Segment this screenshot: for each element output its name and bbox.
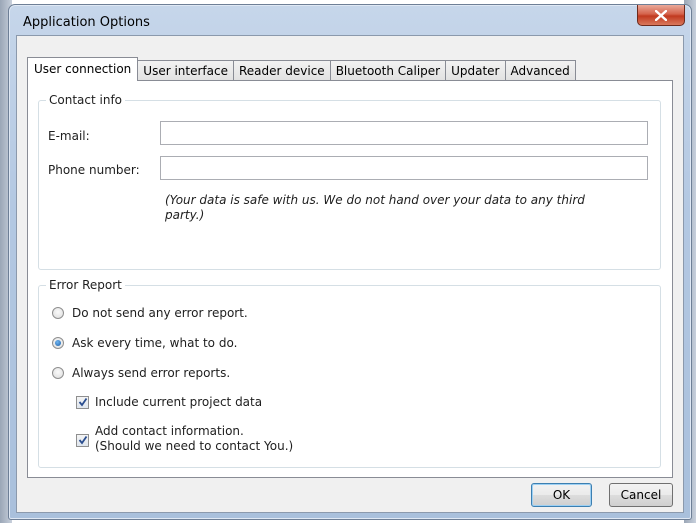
- radio-always-send-label: Always send error reports.: [72, 366, 231, 380]
- radio-button[interactable]: [52, 307, 64, 319]
- add-contact-info-line2: (Should we need to contact You.): [95, 439, 294, 453]
- phone-label: Phone number:: [48, 163, 140, 177]
- dialog-window: Application Options User connection User…: [8, 4, 692, 520]
- add-contact-info-checkbox[interactable]: Add contact information. (Should we need…: [76, 424, 293, 454]
- include-project-data-label: Include current project data: [95, 395, 263, 409]
- email-field[interactable]: [160, 121, 648, 145]
- tab-updater[interactable]: Updater: [445, 60, 506, 81]
- close-icon: [655, 9, 667, 21]
- checkbox[interactable]: [76, 396, 89, 409]
- privacy-note: (Your data is safe with us. We do not ha…: [165, 193, 585, 223]
- include-project-data-checkbox[interactable]: Include current project data: [76, 395, 262, 410]
- checkmark-icon: [78, 435, 88, 445]
- tab-advanced[interactable]: Advanced: [504, 60, 576, 81]
- radio-do-not-send-label: Do not send any error report.: [72, 306, 248, 320]
- title-bar[interactable]: Application Options: [9, 5, 691, 35]
- radio-button-selected[interactable]: [52, 337, 64, 349]
- radio-button[interactable]: [52, 367, 64, 379]
- tab-user-connection[interactable]: User connection: [27, 57, 139, 81]
- tab-page-user-connection: Contact info E-mail: Phone number: (Your…: [27, 80, 673, 478]
- add-contact-info-label: Add contact information. (Should we need…: [95, 424, 293, 454]
- tab-user-interface[interactable]: User interface: [137, 60, 234, 81]
- email-label: E-mail:: [48, 129, 90, 143]
- checkbox[interactable]: [76, 434, 89, 447]
- error-report-legend: Error Report: [46, 278, 125, 292]
- error-report-group: Error Report Do not send any error repor…: [38, 278, 661, 468]
- dialog-client-area: User connection User interface Reader de…: [16, 35, 684, 513]
- privacy-note-line1: (Your data is safe with us. We do not ha…: [165, 193, 585, 207]
- radio-do-not-send[interactable]: Do not send any error report.: [52, 306, 248, 321]
- tab-bluetooth-caliper[interactable]: Bluetooth Caliper: [329, 60, 447, 81]
- checkmark-icon: [78, 397, 88, 407]
- tab-strip: User connection User interface Reader de…: [27, 57, 576, 81]
- ok-button[interactable]: OK: [531, 483, 592, 507]
- cancel-button[interactable]: Cancel: [609, 483, 673, 507]
- close-button[interactable]: [637, 5, 685, 26]
- add-contact-info-line1: Add contact information.: [95, 424, 244, 438]
- contact-info-legend: Contact info: [46, 93, 126, 107]
- tab-reader-device[interactable]: Reader device: [232, 60, 331, 81]
- contact-info-group: Contact info E-mail: Phone number: (Your…: [38, 93, 661, 270]
- radio-always-send[interactable]: Always send error reports.: [52, 366, 230, 381]
- radio-ask-every-time-label: Ask every time, what to do.: [72, 336, 238, 350]
- phone-number-field[interactable]: [160, 156, 648, 180]
- radio-ask-every-time[interactable]: Ask every time, what to do.: [52, 336, 237, 351]
- privacy-note-line2: party.): [165, 208, 205, 222]
- window-title: Application Options: [23, 15, 150, 30]
